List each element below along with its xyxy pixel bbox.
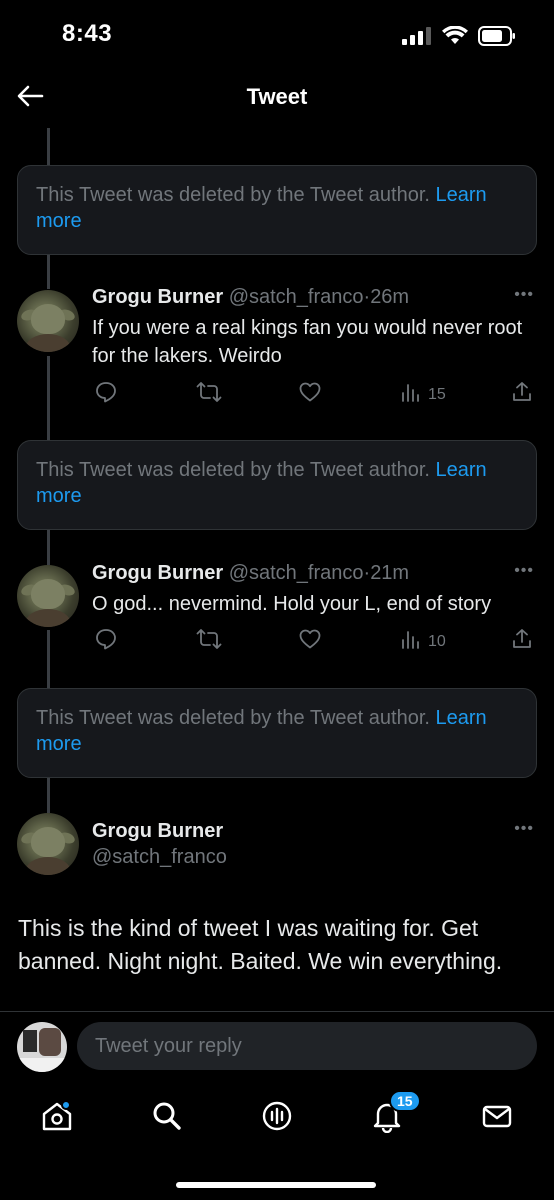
tab-search[interactable] bbox=[147, 1098, 187, 1138]
heart-icon bbox=[298, 627, 322, 656]
main-tweet-text: This is the kind of tweet I was waiting … bbox=[18, 915, 503, 974]
tweet-actions: 10 bbox=[92, 627, 537, 655]
header: Tweet bbox=[0, 70, 554, 128]
author-handle[interactable]: @satch_franco bbox=[92, 846, 227, 869]
author-name[interactable]: Grogu Burner bbox=[92, 286, 223, 308]
share-button[interactable] bbox=[510, 627, 534, 656]
tweet-actions: 15 bbox=[92, 380, 537, 408]
deleted-tweet-card: This Tweet was deleted by the Tweet auth… bbox=[17, 440, 537, 530]
wifi-icon bbox=[442, 25, 468, 51]
views-icon bbox=[400, 380, 422, 409]
envelope-icon bbox=[480, 1099, 514, 1138]
author-handle[interactable]: @satch_franco bbox=[229, 562, 364, 584]
author-name[interactable]: Grogu Burner bbox=[92, 820, 223, 843]
reply-input[interactable]: Tweet your reply bbox=[77, 1022, 537, 1070]
reply-bar: Tweet your reply bbox=[0, 1012, 554, 1082]
more-options-icon[interactable]: ••• bbox=[514, 562, 534, 580]
bottom-tab-bar: 15 bbox=[0, 1082, 554, 1200]
current-user-avatar[interactable] bbox=[17, 1022, 67, 1072]
battery-icon bbox=[478, 26, 516, 51]
views-count: 15 bbox=[428, 385, 446, 403]
retweet-icon bbox=[196, 627, 222, 656]
reply-icon bbox=[94, 627, 118, 656]
search-icon bbox=[150, 1099, 184, 1138]
new-content-dot bbox=[61, 1100, 71, 1110]
deleted-notice-text: This Tweet was deleted by the Tweet auth… bbox=[36, 184, 430, 206]
retweet-button[interactable] bbox=[196, 627, 222, 656]
views-stat[interactable]: 10 bbox=[400, 627, 446, 656]
like-button[interactable] bbox=[298, 627, 322, 656]
views-stat[interactable]: 15 bbox=[400, 380, 446, 409]
share-icon bbox=[510, 380, 534, 409]
thread-line bbox=[47, 778, 50, 813]
views-count: 10 bbox=[428, 632, 446, 650]
page-title: Tweet bbox=[246, 84, 308, 109]
tweet-time: 21m bbox=[370, 562, 410, 584]
like-button[interactable] bbox=[298, 380, 322, 409]
reply-icon bbox=[94, 380, 118, 409]
tab-home[interactable] bbox=[37, 1098, 77, 1138]
author-handle[interactable]: @satch_franco bbox=[229, 286, 364, 308]
thread-line bbox=[47, 128, 50, 165]
avatar[interactable] bbox=[17, 565, 79, 627]
avatar[interactable] bbox=[17, 813, 79, 875]
tab-spaces[interactable] bbox=[257, 1098, 297, 1138]
home-indicator bbox=[176, 1182, 376, 1188]
deleted-tweet-card: This Tweet was deleted by the Tweet auth… bbox=[17, 688, 537, 778]
tab-notifications[interactable]: 15 bbox=[367, 1090, 421, 1138]
reply-button[interactable] bbox=[94, 380, 118, 409]
tweet-text: O god... nevermind. Hold your L, end of … bbox=[92, 593, 492, 615]
author-name[interactable]: Grogu Burner bbox=[92, 562, 223, 584]
status-bar: 8:43 bbox=[0, 0, 554, 70]
thread-line bbox=[47, 530, 50, 565]
tweet-text: If you were a real kings fan you would n… bbox=[92, 317, 523, 367]
more-options-icon[interactable]: ••• bbox=[514, 286, 534, 304]
share-icon bbox=[510, 627, 534, 656]
deleted-notice-text: This Tweet was deleted by the Tweet auth… bbox=[36, 707, 430, 729]
tab-messages[interactable] bbox=[477, 1098, 517, 1138]
tweet-time: 26m bbox=[370, 286, 410, 308]
tweet-header: Grogu Burner @satch_franco·21m bbox=[92, 562, 409, 585]
reply-button[interactable] bbox=[94, 627, 118, 656]
thread-line bbox=[47, 255, 50, 289]
status-icons bbox=[402, 25, 516, 51]
notifications-badge: 15 bbox=[389, 1090, 421, 1112]
retweet-button[interactable] bbox=[196, 380, 222, 409]
more-options-icon[interactable]: ••• bbox=[514, 820, 534, 838]
views-icon bbox=[400, 627, 422, 656]
avatar[interactable] bbox=[17, 290, 79, 352]
status-time: 8:43 bbox=[62, 20, 113, 47]
share-button[interactable] bbox=[510, 380, 534, 409]
heart-icon bbox=[298, 380, 322, 409]
retweet-icon bbox=[196, 380, 222, 409]
cellular-signal-icon bbox=[402, 27, 432, 50]
deleted-notice-text: This Tweet was deleted by the Tweet auth… bbox=[36, 459, 430, 481]
deleted-tweet-card: This Tweet was deleted by the Tweet auth… bbox=[17, 165, 537, 255]
tweet-header: Grogu Burner @satch_franco·26m bbox=[92, 286, 409, 309]
thread-line bbox=[47, 356, 50, 440]
thread-line bbox=[47, 630, 50, 688]
spaces-icon bbox=[260, 1099, 294, 1138]
